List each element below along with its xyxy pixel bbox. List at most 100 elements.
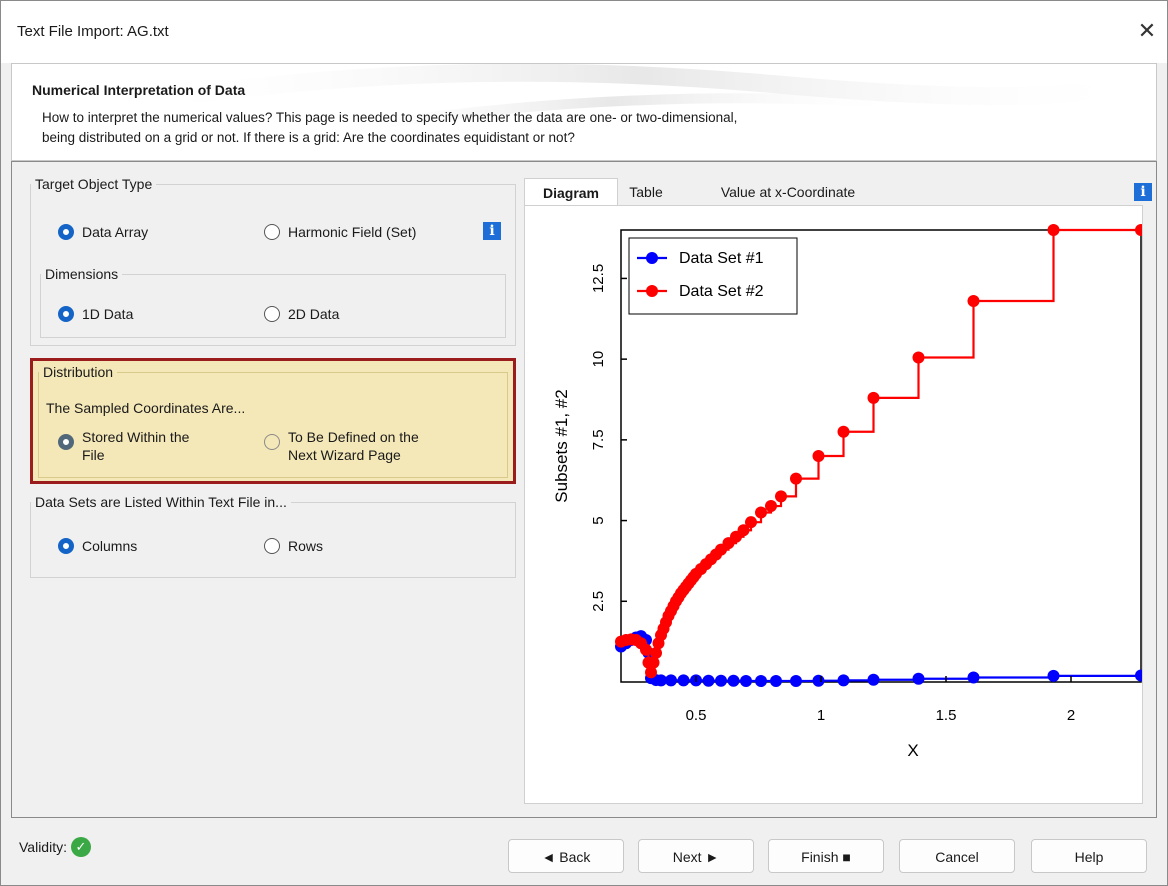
data-point [1047,224,1060,236]
title-bar: Text File Import: AG.txt ✕ [1,1,1167,63]
radio-harmonic-field[interactable]: Harmonic Field (Set) [264,224,416,240]
y-tick-label: 2.5 [590,591,607,612]
radio-dot [58,224,74,240]
info-icon[interactable]: i [1134,183,1152,201]
tab-diagram[interactable]: Diagram [524,178,618,207]
data-point [967,671,980,684]
y-tick-label: 5 [590,516,607,524]
next-button[interactable]: Next ► [638,839,754,873]
data-point [765,500,777,513]
data-point [912,351,925,364]
radio-label-line-2: Next Wizard Page [288,447,401,463]
radio-2d-data[interactable]: 2D Data [264,306,339,322]
radio-dot [58,434,74,450]
legend-swatch-marker [646,252,658,264]
radio-stored-within-file[interactable]: Stored Within the File [58,428,189,464]
info-icon[interactable]: i [483,222,501,240]
radio-label: Columns [82,538,138,554]
wizard-content: Target Object Type Data Array Harmonic F… [11,161,1157,818]
help-button[interactable]: Help [1031,839,1147,873]
radio-label: Rows [288,538,324,554]
x-tick-label: 1.5 [936,707,957,724]
description-line-2: being distributed on a grid or not. If t… [42,130,575,145]
data-point [727,674,740,687]
x-tick-label: 1 [817,707,825,724]
data-point [812,674,825,687]
data-point [755,506,767,519]
data-point [837,674,850,687]
data-sets-listing-group: Data Sets are Listed Within Text File in… [30,494,516,578]
radio-label: Harmonic Field (Set) [288,224,417,240]
data-point [790,675,802,688]
radio-dot [58,538,74,554]
data-point [715,674,727,687]
y-tick-label: 7.5 [590,429,607,450]
radio-dot [264,434,280,450]
finish-button[interactable]: Finish ■ [768,839,884,873]
data-point [1047,669,1060,682]
radio-label: 1D Data [82,306,134,322]
data-point [967,295,980,308]
description-line-1: How to interpret the numerical values? T… [42,110,738,125]
data-point [702,674,715,687]
cancel-button[interactable]: Cancel [899,839,1015,873]
distribution-legend: Distribution [43,364,114,380]
close-icon[interactable]: ✕ [1133,17,1161,45]
data-point [677,674,690,687]
legend-entry: Data Set #2 [679,283,764,300]
y-tick-label: 10 [590,351,607,368]
radio-dot [58,306,74,322]
radio-dot [264,224,280,240]
data-point [770,675,782,688]
radio-columns[interactable]: Columns [58,538,137,554]
radio-label-line-2: File [82,447,105,463]
x-axis-label: X [907,741,918,760]
chart: 0.5 1 1.5 2 2.5 5 7.5 10 12.5 X Subsets #1, #2 Data… [552,224,1147,760]
legend-swatch-marker [646,285,658,297]
tab-table[interactable]: Table [616,178,676,206]
y-tick-label: 12.5 [590,264,607,293]
x-tick-label: 0.5 [686,707,707,724]
data-point [867,391,880,404]
radio-label: Stored Within the File [82,428,189,464]
dialog-window: Text File Import: AG.txt ✕ Numerical Int… [0,0,1168,886]
diagram-panel: 0.5 1 1.5 2 2.5 5 7.5 10 12.5 X Subsets #1, #2 Data… [524,205,1147,804]
window-title: Text File Import: AG.txt [17,23,169,40]
dimensions-legend: Dimensions [45,266,119,282]
data-sets-listing-legend: Data Sets are Listed Within Text File in… [35,494,287,510]
radio-defined-next-page[interactable]: To Be Defined on the Next Wizard Page [264,428,419,464]
radio-dot [264,306,280,322]
data-point [745,516,757,529]
data-point [790,472,802,485]
radio-rows[interactable]: Rows [264,538,323,554]
radio-label-line-1: Stored Within the [82,429,190,445]
data-point [740,675,752,688]
radio-dot [264,538,280,554]
wizard-header: Numerical Interpretation of Data How to … [11,63,1157,161]
data-point [665,674,677,687]
validity-label: Validity: [19,839,67,855]
dimensions-group: Dimensions [40,266,506,338]
radio-label: To Be Defined on the Next Wizard Page [288,428,419,464]
legend-entry: Data Set #1 [679,250,764,267]
data-point [837,425,850,438]
x-tick-label: 2 [1067,707,1075,724]
distribution-subtitle: The Sampled Coordinates Are... [46,400,246,416]
tab-value-at-x[interactable]: Value at x-Coordinate [688,178,888,206]
data-point [867,673,880,686]
data-point [775,490,787,503]
validity-indicator: Validity: ✓ [19,837,91,857]
target-object-type-legend: Target Object Type [35,176,153,192]
radio-data-array[interactable]: Data Array [58,224,148,240]
page-description: How to interpret the numerical values? T… [42,108,1042,148]
radio-1d-data[interactable]: 1D Data [58,306,133,322]
check-icon: ✓ [70,837,91,857]
radio-label: Data Array [82,224,149,240]
data-point [755,675,767,688]
y-axis-label: Subsets #1, #2 [552,389,571,502]
radio-label-line-1: To Be Defined on the [288,429,419,445]
back-button[interactable]: ◄ Back [508,839,624,873]
data-point [812,450,825,462]
data-point [912,672,925,685]
radio-label: 2D Data [288,306,340,322]
